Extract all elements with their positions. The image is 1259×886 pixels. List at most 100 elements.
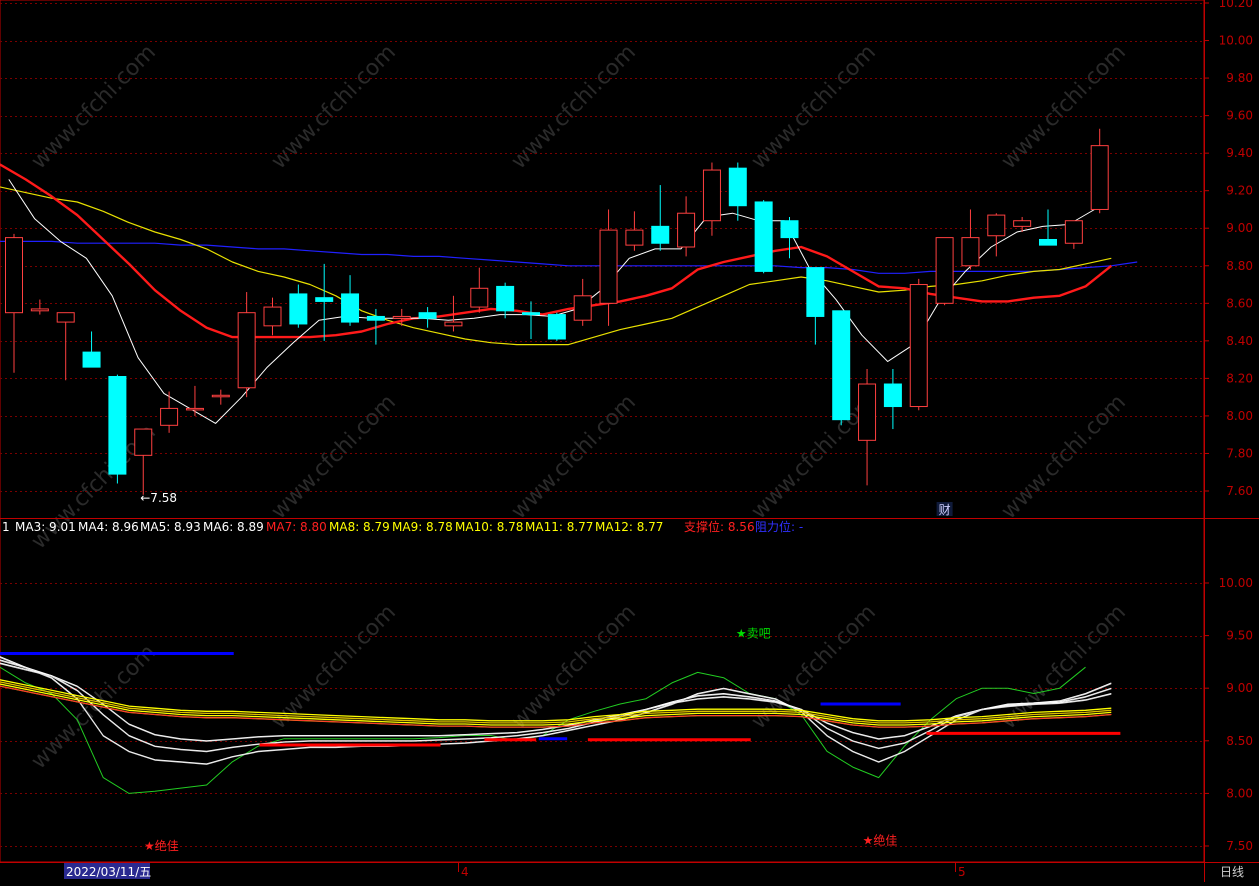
legend-item: 阻力位: - [755,519,803,534]
date-cursor-label: 2022/03/11/五 [66,865,151,879]
legend-item: MA3: 9.01 [15,520,76,534]
candle [108,374,127,484]
candle-body-up [211,394,230,398]
watermark-text: www.cfchi.com [507,40,641,174]
candle [134,428,153,495]
indicator-tick-label: 7.50 [1226,839,1253,853]
candle-body-down [366,315,385,321]
candle-body-up [702,169,721,222]
legend-item: 1 [2,520,10,534]
candle [160,391,179,433]
price-tick-label: 8.80 [1226,259,1253,273]
candle [728,162,747,221]
candle [470,267,489,313]
candle [935,237,954,306]
price-tick-label: 7.60 [1226,484,1253,498]
candle-body-up [263,306,282,327]
price-tick-label: 8.00 [1226,409,1253,423]
candle-body-up [987,214,1006,237]
watermark-text: www.cfchi.com [267,40,401,174]
candle-body-up [935,237,954,304]
chart-canvas[interactable]: www.cfchi.com www.cfchi.com www.cfchi.com w… [0,0,1259,882]
price-tick-label: 9.60 [1226,109,1253,123]
candle-body-up [961,237,980,267]
candle [780,216,799,259]
legend-item: MA11: 8.77 [525,520,593,534]
legend-item: MA5: 8.93 [140,520,201,534]
stock-chart-window: www.cfchi.com www.cfchi.com www.cfchi.com w… [0,0,1259,882]
candle-body-up [56,312,75,323]
candle-body-up [444,321,463,327]
candle-body-down [651,225,670,244]
candle-body-down [1039,238,1057,246]
low-price-label: ←7.58 [140,491,177,505]
legend-item: MA9: 8.78 [392,520,453,534]
candle [289,284,308,328]
candle-body-down [806,267,825,317]
candle-body-up [1064,220,1083,244]
candle-body-down [418,312,437,319]
indicator-tick-label: 8.00 [1226,786,1253,800]
candle-body-up [909,284,928,408]
indicator-tick-label: 9.00 [1226,681,1253,695]
candle-body-down [108,376,127,475]
price-tick-label: 8.40 [1226,334,1253,348]
legend-item: MA6: 8.89 [203,520,264,534]
indicator-tick-label: 10.00 [1219,576,1253,590]
candle [858,369,877,486]
candle-body-down [496,285,515,312]
candle [185,385,204,416]
signal-marker: ★绝佳 [863,833,898,848]
ma-white-line [8,179,1095,424]
candle [806,267,825,345]
price-tick-label: 9.40 [1226,146,1253,160]
legend-item: 支撑位: 8.56 [684,519,755,534]
candle-body-up [470,287,489,308]
candle-body-down [728,167,747,207]
candle-body-down [754,201,773,272]
candle [547,312,566,341]
candle-body-down [780,220,799,239]
price-tick-label: 9.20 [1226,184,1253,198]
candle-body-down [289,293,308,325]
candle [56,312,75,381]
candle-body-up [858,383,877,441]
candle-body-up [5,237,23,314]
candle-body-up [625,229,644,246]
candle-body-down [82,351,101,368]
candle-body-down [522,312,540,316]
candle-body-up [185,407,204,411]
watermark-layer: www.cfchi.com www.cfchi.com www.cfchi.com w… [27,40,1131,774]
candle-body-up [160,407,179,426]
candle [1064,220,1083,249]
candle [496,282,515,319]
moving-average-lines [0,163,1138,424]
watermark-text: www.cfchi.com [267,390,401,524]
candle [754,200,773,274]
candle [987,213,1006,257]
candle-body-up [237,312,256,389]
candle [522,301,540,339]
watermark-text: www.cfchi.com [747,40,881,174]
signal-marker: ★卖吧 [736,626,771,640]
candle-body-up [599,229,618,304]
candle [418,307,437,328]
finance-marker: 财 [939,503,951,517]
price-tick-label: 8.20 [1226,371,1253,385]
month-label: 4 [461,865,469,879]
legend-item: MA7: 8.80 [266,520,327,534]
candle [961,209,980,270]
watermark-text: www.cfchi.com [507,390,641,524]
candle [702,162,721,236]
watermark-text: www.cfchi.com [997,40,1131,174]
candle [315,263,334,341]
candle [1090,128,1109,214]
watermark-text: www.cfchi.com [27,40,161,174]
price-tick-label: 7.80 [1226,446,1253,460]
period-label: 日线 [1220,865,1244,879]
indicator-panel: ★绝佳 ★卖吧 ★绝佳 [0,626,1121,853]
time-axis: 2022/03/11/五 4 5 日线 [64,862,1244,879]
candle-body-down [832,310,851,421]
candle [599,209,618,326]
candle-body-up [1013,220,1032,227]
